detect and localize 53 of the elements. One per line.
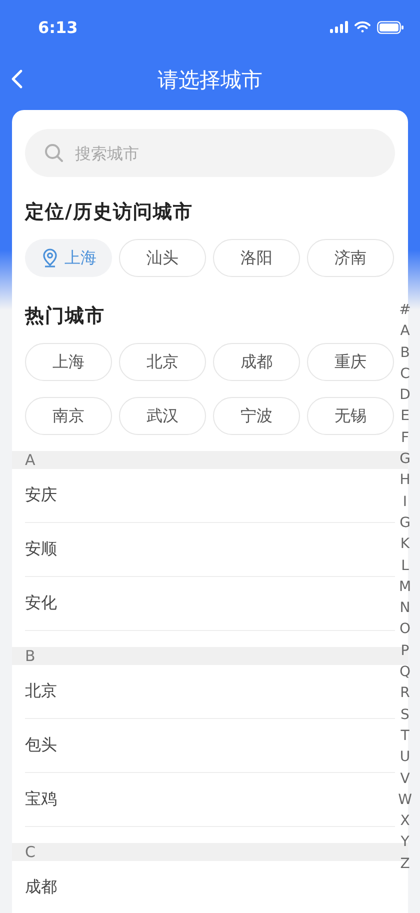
index-letter[interactable]: A xyxy=(396,321,414,343)
index-letter[interactable]: F xyxy=(396,428,414,450)
index-letter[interactable]: I xyxy=(396,492,414,513)
signal-icon xyxy=(330,21,348,33)
index-letter[interactable]: N xyxy=(396,598,414,620)
section-heading: 热门城市 xyxy=(25,304,106,329)
city-chip[interactable]: 南京 xyxy=(25,397,112,435)
city-chip[interactable]: 洛阳 xyxy=(213,239,300,277)
city-chip[interactable]: 成都 xyxy=(213,343,300,381)
index-letter[interactable]: K xyxy=(396,534,414,556)
current-city-chip[interactable]: 上海 xyxy=(25,239,112,277)
index-letter[interactable]: # xyxy=(396,300,414,322)
index-letter[interactable]: H xyxy=(396,470,414,492)
index-letter[interactable]: S xyxy=(396,704,414,726)
city-chip[interactable]: 北京 xyxy=(119,343,206,381)
status-time: 6:13 xyxy=(38,18,78,36)
city-chip[interactable]: 宁波 xyxy=(213,397,300,435)
index-letter[interactable]: P xyxy=(396,640,414,662)
page-title: 请选择城市 xyxy=(158,67,262,94)
letter-label: A xyxy=(25,451,36,469)
city-chip[interactable]: 无锡 xyxy=(307,397,394,435)
index-letter[interactable]: W xyxy=(396,790,414,812)
index-letter[interactable]: Y xyxy=(396,832,414,854)
index-letter[interactable]: G xyxy=(396,449,414,470)
index-letter[interactable]: C xyxy=(396,364,414,386)
location-pin-icon xyxy=(40,248,58,268)
index-letter[interactable]: R xyxy=(396,683,414,705)
section-heading: 定位/历史访问城市 xyxy=(25,200,194,225)
index-letter[interactable]: Z xyxy=(396,854,414,876)
index-letter[interactable]: D xyxy=(396,385,414,406)
city-chip[interactable]: 济南 xyxy=(307,239,394,277)
index-letter[interactable]: B xyxy=(396,342,414,364)
index-letter[interactable]: X xyxy=(396,811,414,832)
back-icon xyxy=(10,68,24,90)
index-letter[interactable]: V xyxy=(396,768,414,790)
city-chip[interactable]: 重庆 xyxy=(307,343,394,381)
index-letter[interactable]: Q xyxy=(396,662,414,684)
search-icon xyxy=(44,143,64,163)
index-letter[interactable]: L xyxy=(396,556,414,577)
index-letter[interactable]: T xyxy=(396,726,414,748)
index-letter[interactable]: M xyxy=(396,576,414,598)
index-letter[interactable]: E xyxy=(396,406,414,428)
wifi-icon xyxy=(354,21,371,33)
index-letter[interactable]: G xyxy=(396,512,414,534)
letter-label: C xyxy=(25,843,36,861)
letter-label: B xyxy=(25,647,36,665)
city-chip[interactable]: 上海 xyxy=(25,343,112,381)
city-chip[interactable]: 武汉 xyxy=(119,397,206,435)
index-letter[interactable]: U xyxy=(396,747,414,769)
index-letter[interactable]: O xyxy=(396,619,414,641)
search-field[interactable]: 搜索城市 xyxy=(25,129,395,177)
city-chip[interactable]: 汕头 xyxy=(119,239,206,277)
battery-icon xyxy=(377,20,404,34)
